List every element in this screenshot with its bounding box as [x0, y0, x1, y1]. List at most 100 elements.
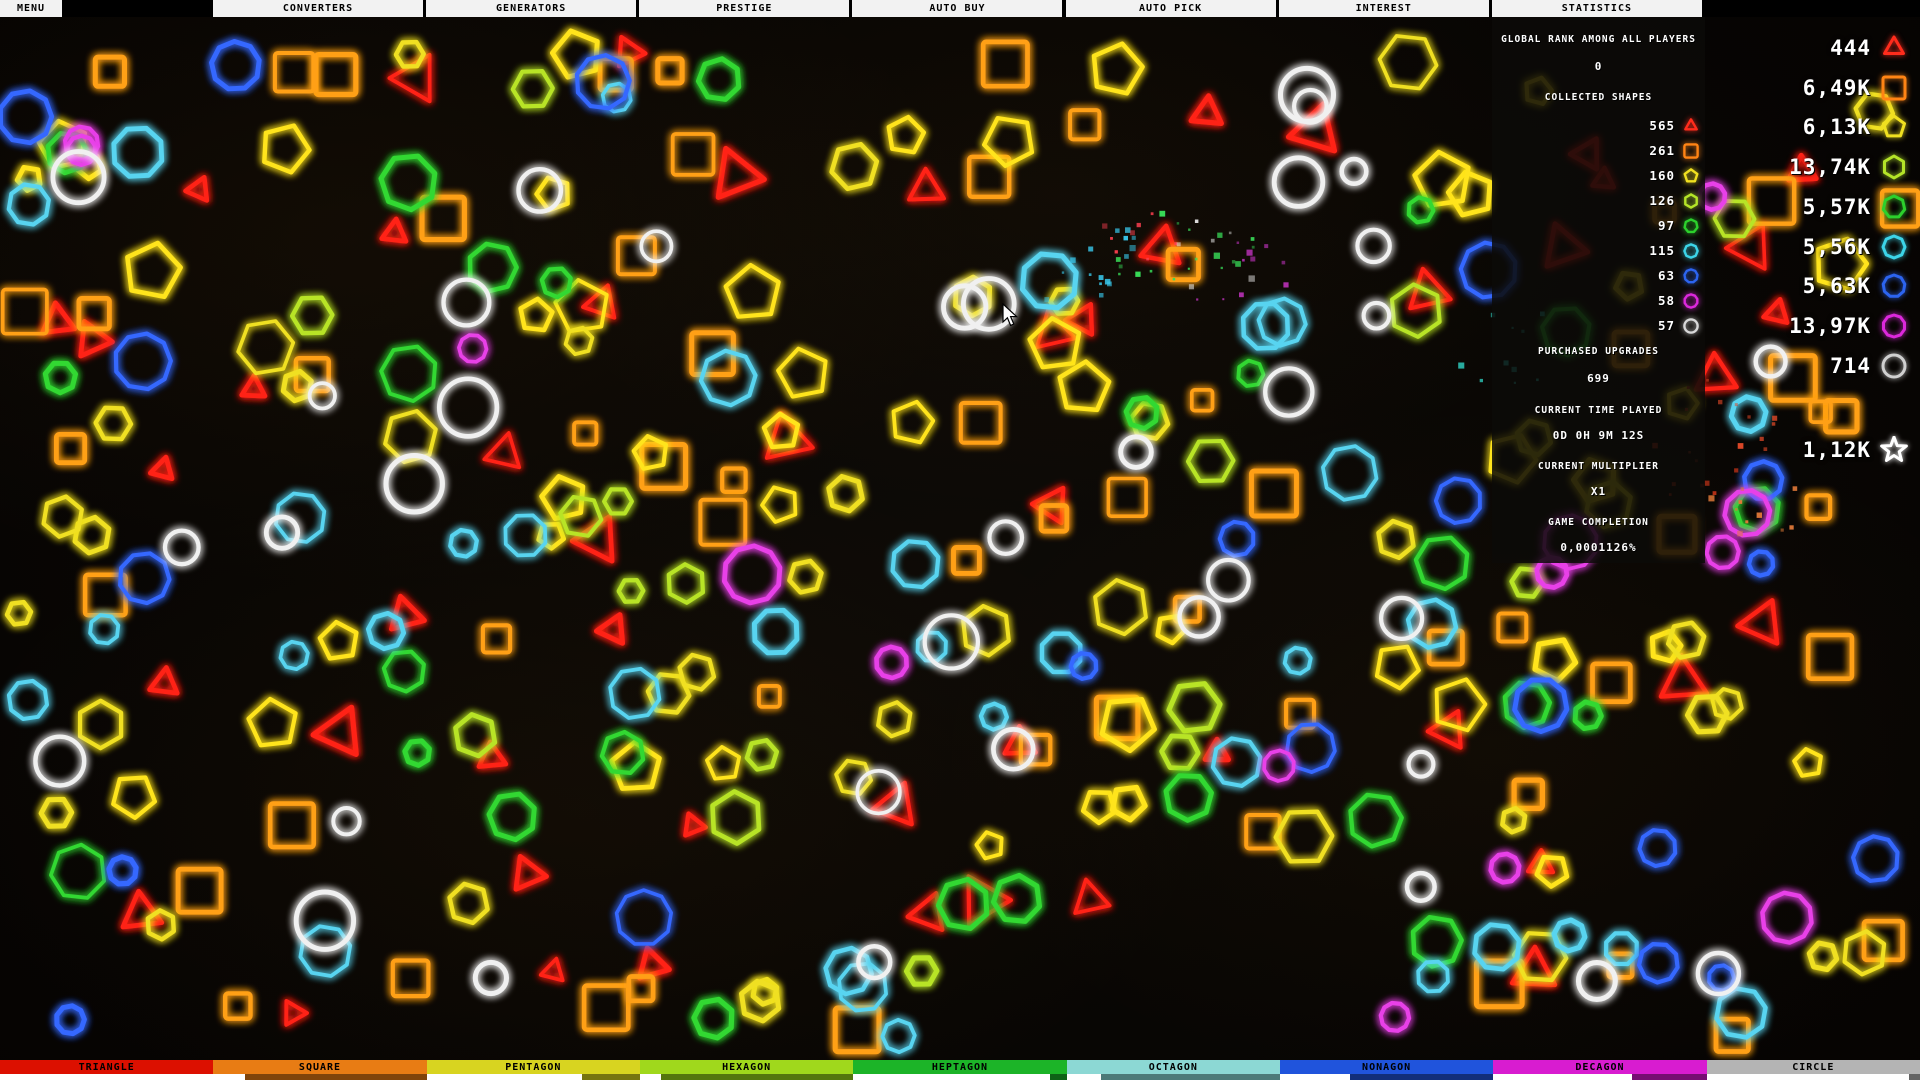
- field-shape-square[interactable]: [1108, 479, 1146, 517]
- field-shape-triangle[interactable]: [1141, 226, 1180, 263]
- menu-button[interactable]: MENU: [0, 0, 62, 17]
- field-shape-octagon[interactable]: [450, 530, 477, 557]
- field-shape-hexagon[interactable]: [747, 740, 777, 769]
- field-shape-circle[interactable]: [1357, 230, 1389, 262]
- field-shape-hexagon[interactable]: [836, 761, 871, 794]
- field-shape-square[interactable]: [1514, 780, 1542, 808]
- field-shape-square[interactable]: [673, 134, 714, 175]
- field-shape-square[interactable]: [3, 290, 47, 334]
- field-shape-pentagon[interactable]: [521, 299, 553, 330]
- field-shape-hexagon[interactable]: [907, 958, 937, 984]
- field-shape-square[interactable]: [835, 1008, 879, 1052]
- field-shape-square[interactable]: [692, 333, 734, 375]
- field-shape-hexagon[interactable]: [789, 561, 821, 593]
- field-shape-triangle[interactable]: [382, 219, 406, 241]
- field-shape-triangle[interactable]: [150, 667, 178, 693]
- field-shape-hexagon[interactable]: [396, 42, 424, 66]
- field-shape-circle[interactable]: [1121, 437, 1152, 468]
- field-shape-circle[interactable]: [1342, 159, 1367, 184]
- field-shape-square[interactable]: [658, 59, 682, 83]
- field-shape-decagon[interactable]: [1264, 750, 1294, 781]
- field-shape-square[interactable]: [316, 55, 356, 95]
- field-shape-heptagon[interactable]: [381, 156, 435, 210]
- bottom-segment-octagon[interactable]: OCTAGON: [1067, 1060, 1280, 1080]
- tab-prestige[interactable]: PRESTIGE: [639, 0, 849, 17]
- field-shape-heptagon[interactable]: [51, 845, 104, 898]
- field-shape-triangle[interactable]: [286, 1001, 307, 1025]
- field-shape-heptagon[interactable]: [489, 794, 534, 840]
- field-shape-octagon[interactable]: [1554, 920, 1585, 951]
- field-shape-heptagon[interactable]: [1238, 361, 1263, 386]
- field-shape-hexagon[interactable]: [1809, 943, 1836, 970]
- field-shape-triangle[interactable]: [389, 55, 429, 102]
- field-shape-octagon[interactable]: [114, 128, 162, 176]
- field-shape-octagon[interactable]: [368, 613, 403, 649]
- field-shape-triangle[interactable]: [484, 433, 519, 468]
- field-shape-pentagon[interactable]: [1377, 647, 1419, 689]
- field-shape-octagon[interactable]: [1285, 648, 1311, 674]
- field-shape-square[interactable]: [618, 237, 655, 274]
- field-shape-circle[interactable]: [1274, 158, 1323, 207]
- field-shape-circle[interactable]: [310, 383, 335, 408]
- field-shape-square[interactable]: [95, 57, 124, 86]
- field-shape-triangle[interactable]: [516, 856, 547, 889]
- field-shape-circle[interactable]: [1381, 598, 1422, 639]
- field-shape-octagon[interactable]: [882, 1020, 914, 1052]
- field-shape-heptagon[interactable]: [698, 59, 738, 100]
- field-shape-triangle[interactable]: [313, 707, 356, 754]
- field-shape-pentagon[interactable]: [634, 436, 666, 469]
- field-shape-square[interactable]: [1498, 614, 1526, 642]
- bottom-segment-heptagon[interactable]: HEPTAGON: [853, 1060, 1066, 1080]
- field-shape-triangle[interactable]: [872, 783, 911, 824]
- field-shape-hexagon[interactable]: [450, 884, 488, 923]
- field-shape-pentagon[interactable]: [113, 778, 155, 818]
- bottom-segment-nonagon[interactable]: NONAGON: [1280, 1060, 1493, 1080]
- field-shape-pentagon[interactable]: [726, 265, 779, 317]
- field-shape-pentagon[interactable]: [1094, 44, 1143, 94]
- tab-converters[interactable]: CONVERTERS: [213, 0, 423, 17]
- field-shape-triangle[interactable]: [150, 457, 172, 479]
- field-shape-octagon[interactable]: [981, 704, 1007, 730]
- field-shape-circle[interactable]: [1364, 303, 1390, 329]
- field-shape-heptagon[interactable]: [1413, 917, 1462, 966]
- field-shape-triangle[interactable]: [718, 149, 764, 198]
- field-shape-heptagon[interactable]: [1575, 702, 1601, 729]
- field-shape-triangle[interactable]: [185, 177, 207, 200]
- field-shape-heptagon[interactable]: [1351, 795, 1402, 847]
- field-shape-octagon[interactable]: [90, 615, 118, 643]
- field-shape-hexagon[interactable]: [1502, 808, 1525, 832]
- field-shape-pentagon[interactable]: [707, 747, 739, 779]
- field-shape-square[interactable]: [574, 422, 596, 444]
- field-shape-hexagon[interactable]: [513, 71, 553, 106]
- field-shape-octagon[interactable]: [1213, 738, 1260, 786]
- field-shape-heptagon[interactable]: [994, 875, 1040, 921]
- field-shape-nonagon[interactable]: [1436, 478, 1480, 523]
- field-shape-square[interactable]: [1808, 635, 1852, 679]
- field-shape-octagon[interactable]: [1606, 933, 1637, 964]
- field-shape-circle[interactable]: [439, 379, 497, 437]
- field-shape-square[interactable]: [270, 804, 314, 848]
- field-shape-octagon[interactable]: [1323, 446, 1377, 500]
- field-shape-square[interactable]: [1252, 471, 1297, 516]
- field-shape-circle[interactable]: [858, 946, 890, 978]
- field-shape-hexagon[interactable]: [832, 144, 877, 189]
- field-shape-pentagon[interactable]: [889, 117, 924, 152]
- field-shape-octagon[interactable]: [754, 610, 797, 653]
- field-shape-hexagon[interactable]: [1169, 684, 1220, 731]
- field-shape-decagon[interactable]: [459, 335, 487, 362]
- field-shape-octagon[interactable]: [9, 681, 47, 719]
- field-shape-heptagon[interactable]: [45, 363, 75, 393]
- field-shape-circle[interactable]: [989, 521, 1022, 554]
- field-shape-circle[interactable]: [1409, 752, 1434, 777]
- field-shape-pentagon[interactable]: [264, 126, 309, 173]
- field-shape-decagon[interactable]: [1707, 537, 1739, 568]
- field-shape-nonagon[interactable]: [617, 890, 672, 944]
- field-shape-nonagon[interactable]: [109, 857, 136, 884]
- field-shape-square[interactable]: [759, 686, 780, 707]
- field-shape-hexagon[interactable]: [829, 476, 863, 511]
- field-shape-square[interactable]: [954, 548, 980, 574]
- field-shape-octagon[interactable]: [1042, 634, 1080, 672]
- field-shape-circle[interactable]: [296, 892, 353, 949]
- field-shape-square[interactable]: [584, 986, 628, 1030]
- field-shape-pentagon[interactable]: [249, 699, 296, 745]
